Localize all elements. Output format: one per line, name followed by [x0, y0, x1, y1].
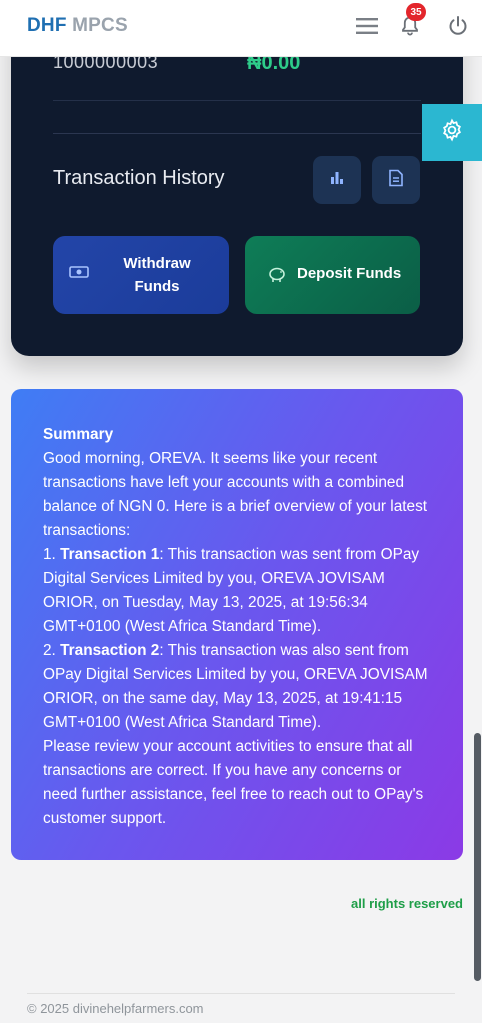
- deposit-label: Deposit Funds: [297, 265, 402, 282]
- brand-logo[interactable]: DHF MPCS: [27, 15, 128, 37]
- notification-badge: 35: [406, 3, 426, 21]
- withdraw-label-line2: Funds: [134, 278, 180, 295]
- withdraw-funds-button[interactable]: Withdraw Funds: [53, 236, 229, 314]
- rights-reserved-text: all rights reserved: [351, 896, 463, 911]
- statistics-button[interactable]: [313, 156, 361, 204]
- transaction-history-title: Transaction History: [53, 167, 225, 189]
- deposit-funds-button[interactable]: Deposit Funds: [245, 236, 420, 314]
- brand-name-secondary: MPCS: [72, 15, 128, 36]
- gear-icon: [440, 118, 464, 147]
- document-icon: [388, 169, 404, 192]
- top-navbar: DHF MPCS 35: [0, 0, 482, 57]
- statement-button[interactable]: [372, 156, 420, 204]
- piggy-bank-icon: [267, 265, 287, 287]
- copyright-text: © 2025 divinehelpfarmers.com: [27, 1001, 204, 1016]
- summary-transaction-1: 1. Transaction 1: This transaction was s…: [43, 546, 420, 635]
- page-scrollbar[interactable]: [474, 733, 481, 981]
- power-icon[interactable]: [445, 13, 471, 39]
- summary-closing: Please review your account activities to…: [43, 738, 424, 827]
- summary-intro: Good morning, OREVA. It seems like your …: [43, 450, 428, 539]
- menu-icon[interactable]: [354, 13, 380, 39]
- bar-chart-icon: [329, 170, 345, 191]
- summary-card: Summary Good morning, OREVA. It seems li…: [11, 389, 463, 860]
- summary-heading: Summary: [43, 426, 114, 443]
- summary-transaction-2: 2. Transaction 2: This transaction was a…: [43, 642, 428, 731]
- footer-divider: [27, 993, 455, 994]
- card-divider: [53, 133, 421, 134]
- cash-icon: [69, 265, 89, 283]
- card-divider: [53, 100, 421, 101]
- brand-name-primary: DHF: [27, 15, 67, 36]
- settings-toggle[interactable]: [422, 104, 482, 161]
- withdraw-label: Withdraw Funds: [103, 252, 211, 298]
- withdraw-label-line1: Withdraw: [123, 255, 191, 272]
